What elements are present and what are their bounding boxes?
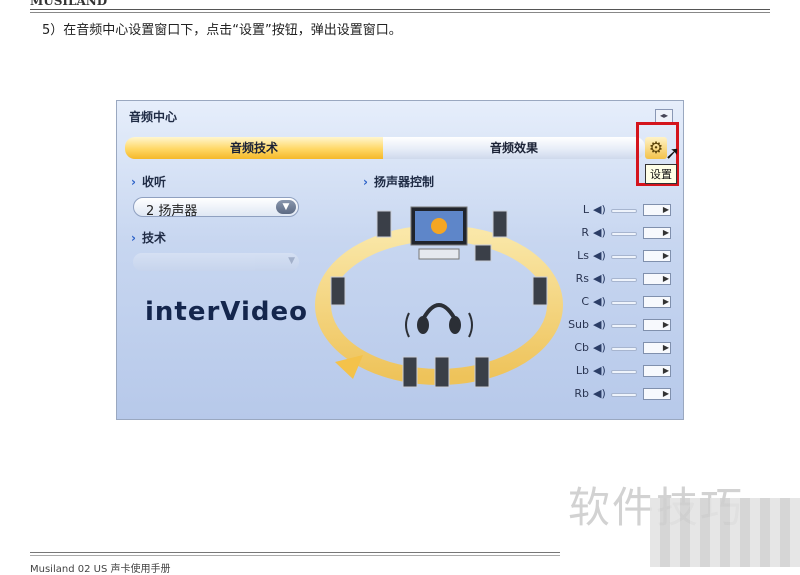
level-arrow-icon: ▶: [662, 320, 669, 329]
listen-section: › 收听: [131, 173, 166, 190]
channel-volume-slider[interactable]: [611, 301, 637, 305]
pixelated-region: [650, 498, 800, 567]
channel-level-box[interactable]: ▶: [643, 388, 671, 400]
speaker-volume-icon[interactable]: ◀): [593, 295, 606, 308]
headphones-right-cup: [449, 316, 461, 334]
tab-audio-effects[interactable]: 音频效果: [383, 137, 645, 159]
level-arrow-icon: ▶: [662, 251, 669, 260]
channel-volume-slider[interactable]: [611, 278, 637, 282]
receiver-icon: [418, 248, 460, 260]
technology-select: ▼: [133, 253, 299, 271]
technology-section: › 技术: [131, 229, 166, 246]
settings-tooltip: 设置: [645, 164, 677, 184]
channel-volume-slider[interactable]: [611, 347, 637, 351]
channel-volume-slider[interactable]: [611, 255, 637, 259]
level-arrow-icon: ▶: [662, 389, 669, 398]
subwoofer-icon: [474, 244, 492, 262]
speaker-control-section: › 扬声器控制: [363, 173, 434, 190]
level-arrow-icon: ▶: [662, 297, 669, 306]
channel-level-box[interactable]: ▶: [643, 273, 671, 285]
channel-label: R: [581, 226, 589, 239]
mouse-cursor-icon: ➚: [665, 143, 681, 164]
channel-level-box[interactable]: ▶: [643, 296, 671, 308]
channel-label: Rb: [574, 387, 589, 400]
speaker-side-right-icon: [532, 276, 548, 306]
audio-center-window: 音频中心 ◂▸ 音频技术 音频效果 ⚙ ➚ 设置 › 收听 2 扬声器 ▼ › 技术…: [116, 100, 684, 420]
speaker-volume-icon[interactable]: ◀): [593, 318, 606, 331]
level-arrow-icon: ▶: [662, 274, 669, 283]
arc-arrowhead-icon: [335, 355, 363, 379]
speaker-volume-icon[interactable]: ◀): [593, 203, 606, 216]
listen-select-value: 2 扬声器: [146, 204, 198, 219]
speaker-back-center-icon: [434, 356, 450, 388]
speaker-volume-icon[interactable]: ◀): [593, 341, 606, 354]
speaker-diagram: [315, 206, 563, 388]
footer-text: Musiland 02 US 声卡使用手册: [30, 564, 171, 575]
footer-rule: [30, 552, 560, 553]
section-arrow-icon: ›: [131, 175, 136, 189]
chevron-down-icon[interactable]: ▼: [276, 200, 296, 214]
header-rule-secondary: [30, 12, 770, 13]
channel-level-box[interactable]: ▶: [643, 227, 671, 239]
tab-bar: 音频技术 音频效果: [125, 137, 645, 159]
headphones-left-cup: [417, 316, 429, 334]
channel-volume-slider[interactable]: [611, 209, 637, 213]
channel-level-box[interactable]: ▶: [643, 365, 671, 377]
speaker-back-right-icon: [474, 356, 490, 388]
section-arrow-icon: ›: [131, 231, 136, 245]
channel-label: Cb: [574, 341, 589, 354]
section-arrow-icon: ›: [363, 175, 368, 189]
level-arrow-icon: ▶: [662, 366, 669, 375]
channel-label: Rs: [575, 272, 589, 285]
channel-level-box[interactable]: ▶: [643, 250, 671, 262]
step-instruction: 5）在音频中心设置窗口下，点击“设置”按钮，弹出设置窗口。: [42, 23, 402, 38]
channel-level-box[interactable]: ▶: [643, 204, 671, 216]
tab-audio-technology[interactable]: 音频技术: [125, 137, 383, 159]
channel-volume-slider[interactable]: [611, 324, 637, 328]
speaker-front-left-icon: [376, 210, 392, 238]
level-arrow-icon: ▶: [662, 205, 669, 214]
sound-waves-icon: [405, 312, 473, 338]
channel-volume-slider[interactable]: [611, 232, 637, 236]
intervideo-logo: interVideo: [145, 297, 308, 327]
speaker-control-label: 扬声器控制: [373, 175, 434, 189]
listen-select[interactable]: 2 扬声器 ▼: [133, 197, 299, 219]
channel-volume-slider[interactable]: [611, 393, 637, 397]
speaker-volume-icon[interactable]: ◀): [593, 272, 606, 285]
channel-label: Lb: [575, 364, 589, 377]
speaker-volume-icon[interactable]: ◀): [593, 364, 606, 377]
channel-volume-slider[interactable]: [611, 370, 637, 374]
speaker-side-left-icon: [330, 276, 346, 306]
speaker-volume-icon[interactable]: ◀): [593, 226, 606, 239]
restore-icon[interactable]: ◂▸: [655, 109, 673, 123]
technology-label: 技术: [141, 231, 166, 245]
listen-label: 收听: [141, 175, 166, 189]
channel-label: C: [581, 295, 589, 308]
document-header: MUSILAND: [30, 0, 770, 14]
header-rule: [30, 9, 770, 10]
channel-label: Ls: [577, 249, 589, 262]
window-title: 音频中心: [129, 110, 178, 124]
channel-label: L: [582, 203, 589, 216]
speaker-front-right-icon: [492, 210, 508, 238]
level-arrow-icon: ▶: [662, 343, 669, 352]
tv-flower: [431, 218, 447, 234]
channel-level-box[interactable]: ▶: [643, 342, 671, 354]
channel-level-box[interactable]: ▶: [643, 319, 671, 331]
header-brand: MUSILAND: [30, 0, 108, 8]
speaker-volume-icon[interactable]: ◀): [593, 387, 606, 400]
chevron-down-icon: ▼: [288, 256, 295, 266]
footer-rule-secondary: [30, 555, 560, 556]
channel-label: Sub: [568, 318, 589, 331]
speaker-back-left-icon: [402, 356, 418, 388]
speaker-volume-icon[interactable]: ◀): [593, 249, 606, 262]
level-arrow-icon: ▶: [662, 228, 669, 237]
